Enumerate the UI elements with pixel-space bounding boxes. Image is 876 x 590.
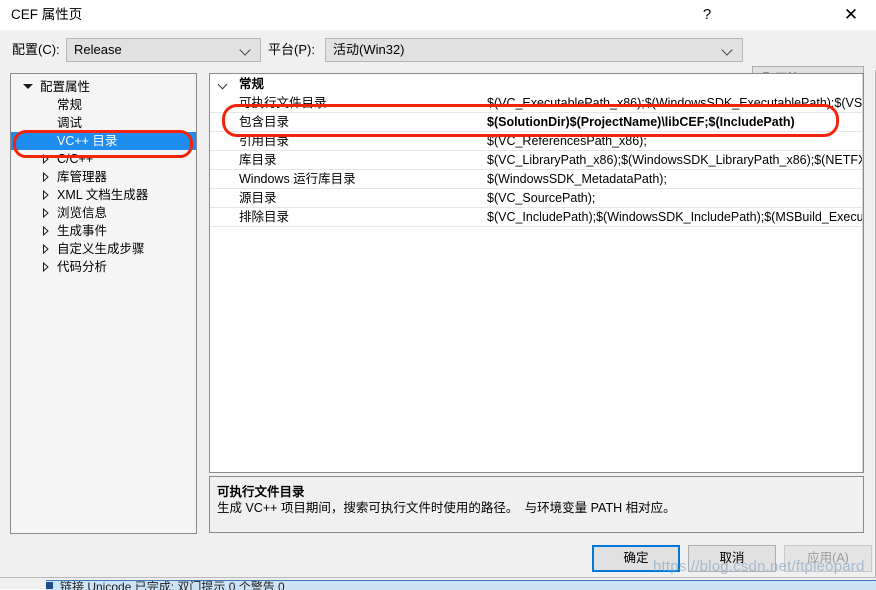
platform-select[interactable]: 活动(Win32) <box>325 38 743 62</box>
tree-item[interactable]: C/C++ <box>11 150 196 168</box>
configuration-select[interactable]: Release <box>66 38 261 62</box>
property-row-name: 可执行文件目录 <box>239 96 327 110</box>
grid-right-divider <box>862 74 863 472</box>
tree-item[interactable]: 配置属性 <box>11 78 196 96</box>
property-row[interactable]: 排除目录 $(VC_IncludePath);$(WindowsSDK_Inclu… <box>210 208 863 227</box>
triangle-right-icon[interactable] <box>41 226 51 236</box>
property-row-name: 库目录 <box>239 153 277 167</box>
property-group-header[interactable]: 常规 <box>210 74 863 94</box>
platform-label: 平台(P): <box>268 42 315 57</box>
tree-item[interactable]: 自定义生成步骤 <box>11 240 196 258</box>
cancel-button[interactable]: 取消 <box>688 545 776 572</box>
property-row[interactable]: 库目录 $(VC_LibraryPath_x86);$(WindowsSDK_Li… <box>210 151 863 170</box>
tree-item[interactable]: VC++ 目录 <box>11 132 196 150</box>
tree-item[interactable]: 代码分析 <box>11 258 196 276</box>
tree-item-label: 浏览信息 <box>57 206 108 220</box>
property-row[interactable]: 包含目录 $(SolutionDir)$(ProjectName)\libCEF;… <box>210 113 863 132</box>
dialog-titlebar: CEF 属性页 ? ✕ <box>0 0 876 30</box>
tree-item[interactable]: XML 文档生成器 <box>11 186 196 204</box>
chevron-down-icon <box>723 45 734 56</box>
triangle-right-icon[interactable] <box>41 208 51 218</box>
description-body: 生成 VC++ 项目期间，搜索可执行文件时使用的路径。 与环境变量 PATH 相… <box>217 501 676 515</box>
tree-item[interactable]: 浏览信息 <box>11 204 196 222</box>
description-panel: 可执行文件目录 生成 VC++ 项目期间，搜索可执行文件时使用的路径。 与环境变… <box>209 476 864 533</box>
triangle-down-icon[interactable] <box>23 82 33 92</box>
ok-button[interactable]: 确定 <box>592 545 680 572</box>
tree-item[interactable]: 生成事件 <box>11 222 196 240</box>
tree-item-label: 自定义生成步骤 <box>57 242 145 256</box>
tree-item-label: VC++ 目录 <box>57 134 118 148</box>
platform-select-value: 活动(Win32) <box>333 42 405 57</box>
property-row-value[interactable]: $(SolutionDir)$(ProjectName)\libCEF;$(In… <box>487 113 863 131</box>
dialog-title: CEF 属性页 <box>11 7 83 22</box>
description-title: 可执行文件目录 <box>217 485 305 499</box>
property-row-value[interactable]: $(VC_ReferencesPath_x86); <box>487 132 863 150</box>
property-tree[interactable]: 配置属性常规调试 VC++ 目录 C/C++ 库管理器 XML 文档生成器 浏览信息生成事… <box>10 73 197 534</box>
triangle-right-icon[interactable] <box>41 154 51 164</box>
property-pages-dialog: CEF 属性页 ? ✕ 配置(C): Release 平台(P): 活动(Win… <box>0 0 876 578</box>
apply-button: 应用(A) <box>784 545 872 572</box>
property-row-value[interactable]: $(VC_LibraryPath_x86);$(WindowsSDK_Libra… <box>487 151 863 169</box>
chevron-down-icon <box>241 45 252 56</box>
tree-item-label: 常规 <box>57 98 83 112</box>
property-row-value[interactable]: $(VC_SourcePath); <box>487 189 863 207</box>
tree-item-label: 代码分析 <box>57 260 108 274</box>
output-row-marker <box>46 582 53 589</box>
tree-item-label: 生成事件 <box>57 224 108 238</box>
property-row-name: Windows 运行库目录 <box>239 172 356 186</box>
triangle-right-icon[interactable] <box>41 172 51 182</box>
tree-item-label: 库管理器 <box>57 170 108 184</box>
property-row-name: 引用目录 <box>239 134 290 148</box>
property-row-value[interactable]: $(WindowsSDK_MetadataPath); <box>487 170 863 188</box>
tree-item-label: 配置属性 <box>40 80 91 94</box>
help-icon[interactable]: ? <box>684 0 730 30</box>
property-row-value[interactable]: $(VC_ExecutablePath_x86);$(WindowsSDK_Ex… <box>487 94 863 112</box>
property-row-name: 排除目录 <box>239 210 290 224</box>
property-row[interactable]: 引用目录 $(VC_ReferencesPath_x86); <box>210 132 863 151</box>
property-row-value[interactable]: $(VC_IncludePath);$(WindowsSDK_IncludePa… <box>487 208 863 226</box>
configuration-bar: 配置(C): Release 平台(P): 活动(Win32) 配置管理器(O)… <box>0 30 876 93</box>
tree-item[interactable]: 调试 <box>11 114 196 132</box>
property-row[interactable]: 源目录 $(VC_SourcePath); <box>210 189 863 208</box>
property-row[interactable]: Windows 运行库目录 $(WindowsSDK_MetadataPath); <box>210 170 863 189</box>
tree-item-label: 调试 <box>57 116 83 130</box>
triangle-right-icon[interactable] <box>41 190 51 200</box>
close-icon[interactable]: ✕ <box>828 0 874 30</box>
property-row-name: 源目录 <box>239 191 277 205</box>
property-grid-rows: 可执行文件目录 $(VC_ExecutablePath_x86);$(Window… <box>210 94 863 227</box>
property-row-name: 包含目录 <box>239 115 290 129</box>
chevron-down-icon <box>219 81 229 88</box>
tree-item[interactable]: 常规 <box>11 96 196 114</box>
configuration-label: 配置(C): <box>12 42 60 57</box>
triangle-right-icon[interactable] <box>41 244 51 254</box>
property-row[interactable]: 可执行文件目录 $(VC_ExecutablePath_x86);$(Window… <box>210 94 863 113</box>
triangle-right-icon[interactable] <box>41 262 51 272</box>
tree-item-label: C/C++ <box>57 152 94 166</box>
configuration-select-value: Release <box>74 42 122 57</box>
tree-item[interactable]: 库管理器 <box>11 168 196 186</box>
property-group-label: 常规 <box>239 77 265 91</box>
property-grid[interactable]: 常规 可执行文件目录 $(VC_ExecutablePath_x86);$(Win… <box>209 73 864 473</box>
tree-item-label: XML 文档生成器 <box>57 188 149 202</box>
